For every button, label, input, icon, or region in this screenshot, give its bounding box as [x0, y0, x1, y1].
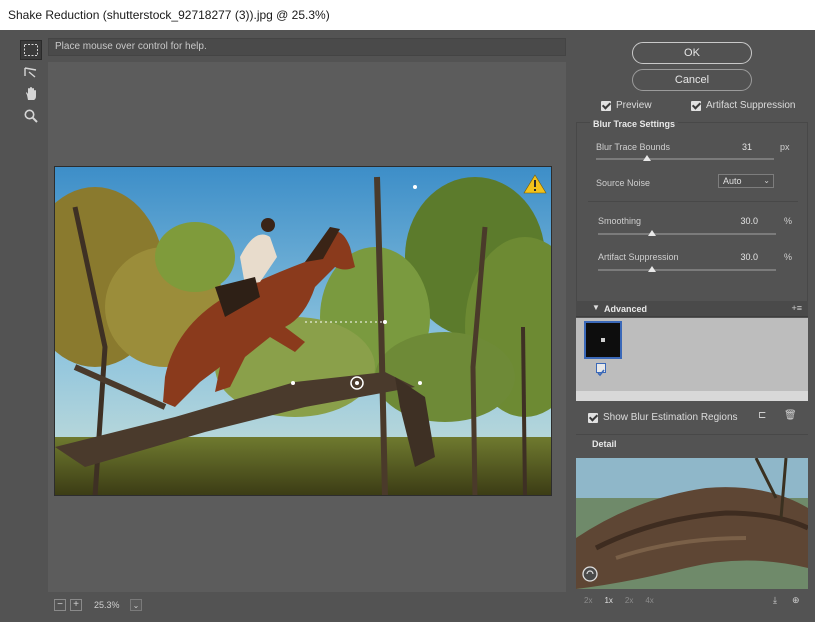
blur-trace-bounds-label: Blur Trace Bounds: [596, 142, 671, 152]
trash-icon[interactable]: 🗑: [784, 410, 797, 421]
zoom-tool-icon[interactable]: [20, 106, 42, 126]
zoom-level: 25.3%: [94, 600, 120, 610]
zoom-controls: − + 25.3% ⌄: [54, 597, 354, 613]
blur-trace-bounds-thumb[interactable]: [643, 155, 651, 161]
zoom-out-button[interactable]: −: [54, 599, 66, 611]
blur-regions-list[interactable]: [576, 318, 808, 391]
smoothing-thumb[interactable]: [648, 230, 656, 236]
tool-strip: [12, 38, 50, 616]
source-noise-label: Source Noise: [596, 178, 651, 188]
detail-zoom-row: 2x 1x 2x 4x: [584, 596, 654, 605]
advanced-header[interactable]: ▼ Advanced +≡: [576, 301, 808, 317]
detail-loupe[interactable]: [576, 458, 808, 589]
smoothing-unit: %: [784, 216, 793, 226]
settings-panel: OK Cancel Preview Artifact Suppression B…: [570, 30, 815, 622]
divider: [588, 201, 798, 202]
source-noise-value: Auto: [723, 176, 742, 186]
checkbox-checked-icon: [588, 412, 598, 423]
advanced-title: Advanced: [604, 304, 648, 314]
show-blur-regions-checkbox[interactable]: Show Blur Estimation Regions: [588, 412, 738, 423]
zoom-dropdown[interactable]: ⌄: [130, 599, 142, 611]
blur-region-thumbnail[interactable]: [584, 321, 622, 359]
blur-estimation-tool-icon[interactable]: [20, 40, 42, 60]
target-icon[interactable]: ⊕: [792, 595, 800, 606]
blur-trace-bounds-value[interactable]: 31: [722, 142, 752, 152]
window-title: Shake Reduction (shutterstock_92718277 (…: [0, 0, 815, 30]
checkbox-checked-icon: [601, 100, 611, 111]
blur-direction-tool-icon[interactable]: [20, 62, 42, 82]
artifact-suppression-label: Artifact Suppression: [706, 100, 796, 111]
smoothing-value[interactable]: 30.0: [728, 216, 758, 226]
blur-trace-bounds-unit: px: [780, 142, 790, 152]
detail-zoom-option-selected[interactable]: 1x: [604, 596, 612, 605]
blur-trace-title: Blur Trace Settings: [590, 119, 679, 129]
help-text: Place mouse over control for help.: [48, 38, 566, 56]
regions-footer: [576, 391, 808, 401]
cancel-button[interactable]: Cancel: [632, 69, 752, 91]
detail-zoom-option[interactable]: 2x: [584, 596, 592, 605]
artifact-suppression-value[interactable]: 30.0: [728, 252, 758, 262]
detail-title: Detail: [592, 439, 617, 449]
detail-zoom-option[interactable]: 4x: [645, 596, 653, 605]
source-noise-select[interactable]: Auto ⌄: [718, 174, 774, 188]
smoothing-label: Smoothing: [598, 216, 642, 226]
artifact-suppression-setting-label: Artifact Suppression: [598, 252, 679, 262]
smoothing-slider[interactable]: [598, 233, 776, 235]
region-enabled-checkbox[interactable]: [596, 363, 606, 377]
shake-reduction-dialog: Shake Reduction (shutterstock_92718277 (…: [0, 0, 815, 622]
preview-checkbox[interactable]: Preview: [601, 100, 652, 111]
add-region-icon[interactable]: +≡: [791, 303, 802, 313]
checkbox-checked-icon: [691, 100, 701, 111]
zoom-in-button[interactable]: +: [70, 599, 82, 611]
artifact-suppression-unit: %: [784, 252, 793, 262]
preview-image[interactable]: [54, 166, 552, 496]
detail-header: Detail: [576, 434, 808, 449]
hand-tool-icon[interactable]: [20, 84, 42, 104]
preview-label: Preview: [616, 100, 652, 111]
collapse-triangle-icon: ▼: [592, 303, 600, 312]
artifact-suppression-checkbox[interactable]: Artifact Suppression: [691, 100, 796, 111]
ok-button[interactable]: OK: [632, 42, 752, 64]
artifact-suppression-slider[interactable]: [598, 269, 776, 271]
blur-trace-bounds-slider[interactable]: [596, 158, 774, 160]
detail-zoom-option[interactable]: 2x: [625, 596, 633, 605]
artifact-suppression-thumb[interactable]: [648, 266, 656, 272]
show-blur-regions-label: Show Blur Estimation Regions: [603, 412, 738, 423]
new-region-icon[interactable]: ⊏: [758, 410, 766, 421]
chevron-down-icon: ⌄: [763, 176, 770, 185]
undock-loupe-icon[interactable]: ⤓: [773, 595, 777, 606]
